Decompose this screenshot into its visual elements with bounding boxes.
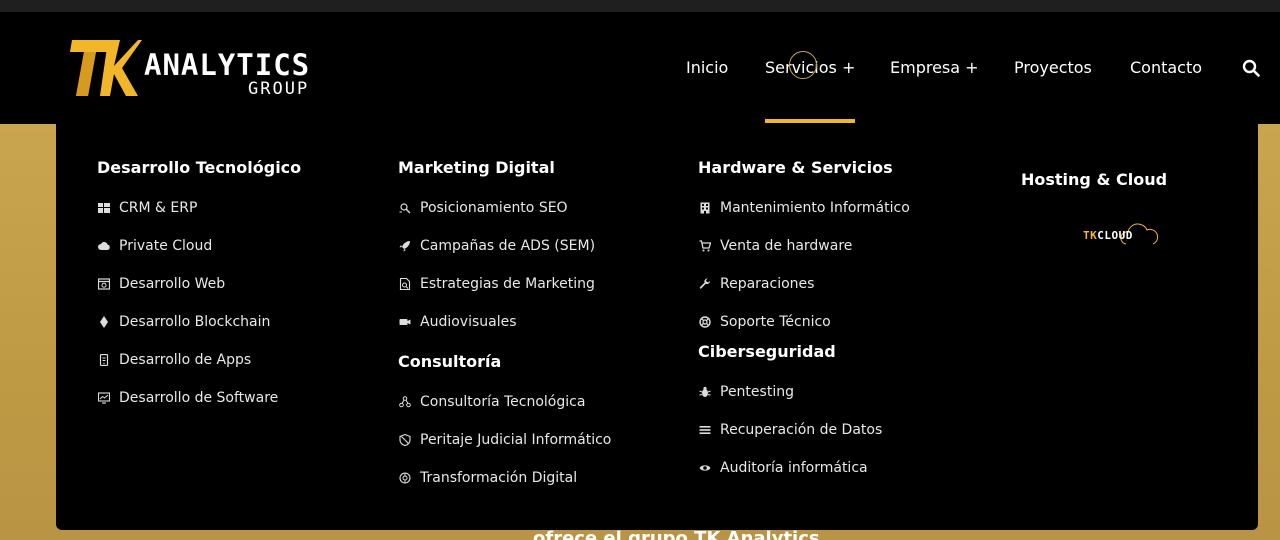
menu-item-seo[interactable]: Posicionamiento SEO [398, 198, 568, 218]
seo-search-icon [398, 201, 412, 215]
menu-item-label: Desarrollo Blockchain [119, 314, 271, 330]
cart-icon [698, 239, 712, 253]
menu-item-label: Peritaje Judicial Informático [420, 432, 612, 448]
menu-item-desarrollo-web[interactable]: Desarrollo Web [97, 274, 225, 294]
menu-item-consultoria-tecnologica[interactable]: Consultoría Tecnológica [398, 392, 585, 412]
monitor-chart-icon [97, 391, 111, 405]
menu-item-venta-hardware[interactable]: Venta de hardware [698, 236, 852, 256]
menu-item-label: Audiovisuales [420, 314, 517, 330]
menu-item-label: Desarrollo Web [119, 276, 226, 292]
menu-item-label: Recuperación de Datos [720, 422, 883, 438]
section-title-hosting: Hosting & Cloud [1021, 170, 1168, 189]
menu-item-software[interactable]: Desarrollo de Software [97, 388, 278, 408]
site-logo[interactable]: ANALYTICS GROUP [70, 38, 330, 98]
menu-item-peritaje[interactable]: Peritaje Judicial Informático [398, 430, 611, 450]
video-camera-icon [398, 315, 412, 329]
menu-item-estrategias[interactable]: Estrategias de Marketing [398, 274, 595, 294]
search-icon[interactable] [1242, 59, 1260, 77]
document-search-icon [398, 277, 412, 291]
menu-item-crm-erp[interactable]: CRM & ERP [97, 198, 197, 218]
cloud-icon [97, 239, 111, 253]
section-title-ciberseguridad: Ciberseguridad [698, 342, 836, 361]
menu-item-label: Transformación Digital [420, 470, 578, 486]
nav-contacto[interactable]: Contacto [1130, 57, 1202, 79]
menu-item-transformacion[interactable]: Transformación Digital [398, 468, 577, 488]
menu-item-label: Consultoría Tecnológica [420, 394, 586, 410]
menu-item-label: Desarrollo de Apps [119, 352, 252, 368]
menu-item-label: Soporte Técnico [720, 314, 831, 330]
building-icon [698, 201, 712, 215]
bug-icon [698, 385, 712, 399]
people-network-icon [398, 395, 412, 409]
section-title-hardware: Hardware & Servicios [698, 158, 893, 177]
list-icon [698, 423, 712, 437]
menu-item-reparaciones[interactable]: Reparaciones [698, 274, 814, 294]
wrench-icon [698, 277, 712, 291]
tkcloud-tk: TK [1083, 229, 1098, 242]
menu-item-label: Mantenimiento Informático [720, 200, 910, 216]
menu-item-mantenimiento[interactable]: Mantenimiento Informático [698, 198, 910, 218]
menu-item-blockchain[interactable]: Desarrollo Blockchain [97, 312, 270, 332]
section-title-consultoria: Consultoría [398, 352, 502, 371]
menu-item-private-cloud[interactable]: Private Cloud [97, 236, 212, 256]
mobile-icon [97, 353, 111, 367]
section-title-desarrollo: Desarrollo Tecnológico [97, 158, 302, 177]
menu-item-apps[interactable]: Desarrollo de Apps [97, 350, 251, 370]
menu-item-label: CRM & ERP [119, 200, 198, 216]
lifebuoy-icon [698, 315, 712, 329]
tkcloud-logo[interactable]: TKCLOUD [1082, 222, 1158, 250]
shield-slash-icon [398, 433, 412, 447]
menu-item-label: Auditoría informática [720, 460, 868, 476]
rocket-icon [398, 239, 412, 253]
tkcloud-wordmark: TKCLOUD [1083, 229, 1133, 242]
menu-item-label: Posicionamiento SEO [420, 200, 568, 216]
nav-proyectos[interactable]: Proyectos [1014, 57, 1092, 79]
menu-item-ads-sem[interactable]: Campañas de ADS (SEM) [398, 236, 595, 256]
menu-item-label: Pentesting [720, 384, 794, 400]
browser-top-strip [0, 0, 1280, 12]
ethereum-icon [97, 315, 111, 329]
tkcloud-cloud: CLOUD [1097, 229, 1133, 242]
menu-item-label: Private Cloud [119, 238, 213, 254]
menu-item-soporte[interactable]: Soporte Técnico [698, 312, 831, 332]
logo-word: ANALYTICS [144, 48, 311, 82]
section-title-marketing: Marketing Digital [398, 158, 555, 177]
grid-icon [97, 201, 111, 215]
menu-item-label: Venta de hardware [720, 238, 853, 254]
nav-active-underline [765, 119, 855, 123]
eye-icon [698, 461, 712, 475]
nav-empresa[interactable]: Empresa + [890, 57, 979, 79]
menu-item-audiovisuales[interactable]: Audiovisuales [398, 312, 517, 332]
nav-inicio[interactable]: Inicio [686, 57, 728, 79]
menu-item-auditoria[interactable]: Auditoría informática [698, 458, 868, 478]
logo-sub: GROUP [248, 79, 310, 99]
digital-transform-icon [398, 471, 412, 485]
tk-logo-mark [70, 40, 142, 96]
menu-item-label: Desarrollo de Software [119, 390, 279, 406]
cursor-indicator [789, 51, 817, 79]
menu-item-recuperacion[interactable]: Recuperación de Datos [698, 420, 882, 440]
menu-item-pentesting[interactable]: Pentesting [698, 382, 794, 402]
menu-item-label: Estrategias de Marketing [420, 276, 595, 292]
menu-item-label: Reparaciones [720, 276, 815, 292]
menu-item-label: Campañas de ADS (SEM) [420, 238, 596, 254]
web-window-icon [97, 277, 111, 291]
